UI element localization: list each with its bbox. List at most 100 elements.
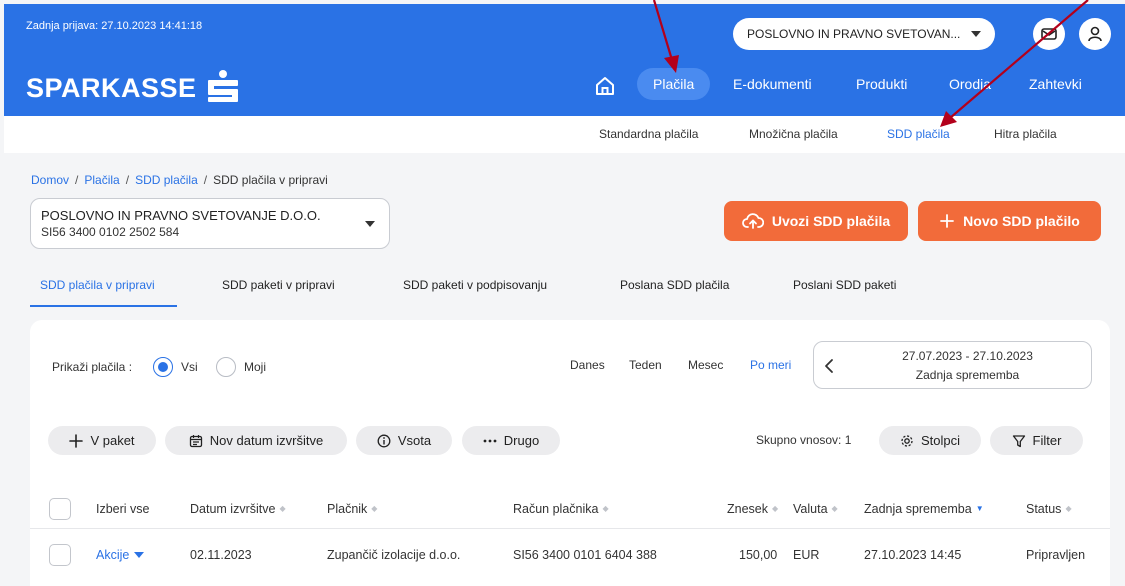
breadcrumb-placila[interactable]: Plačila <box>84 173 119 187</box>
tab-sdd-placila-v-pripravi[interactable]: SDD plačila v pripravi <box>40 278 155 292</box>
date-range-field: Zadnja sprememba <box>915 368 1020 382</box>
row-checkbox[interactable] <box>49 544 71 566</box>
last-login-text: Zadnja prijava: 27.10.2023 14:41:18 <box>26 20 203 32</box>
import-sdd-label: Uvozi SDD plačila <box>771 213 891 229</box>
mail-icon <box>1041 28 1057 40</box>
tab-poslana-sdd-placila[interactable]: Poslana SDD plačila <box>620 278 729 292</box>
info-icon <box>377 434 391 447</box>
header-currency-label: Valuta <box>793 502 828 516</box>
header-status[interactable]: Status ◆ <box>1026 502 1072 516</box>
tab-sdd-paketi-v-pripravi[interactable]: SDD paketi v pripravi <box>222 278 335 292</box>
sort-icon: ◆ <box>1065 504 1072 513</box>
show-payments-label: Prikaži plačila : <box>52 360 133 374</box>
header-last-modified[interactable]: Zadnja sprememba ▼ <box>864 502 984 516</box>
table-divider <box>30 528 1110 529</box>
row-actions-dropdown[interactable]: Akcije <box>96 548 145 562</box>
radio-all[interactable] <box>153 357 173 377</box>
account-select[interactable]: POSLOVNO IN PRAVNO SVETOVANJE D.O.O. SI5… <box>30 198 390 249</box>
sparkasse-s-mark-icon <box>208 70 238 102</box>
sort-icon: ◆ <box>831 504 838 513</box>
period-custom[interactable]: Po meri <box>750 358 791 372</box>
filter-label: Filter <box>1032 433 1062 448</box>
header-status-label: Status <box>1026 502 1062 516</box>
other-label: Drugo <box>503 433 540 448</box>
home-icon[interactable] <box>594 76 616 96</box>
user-icon <box>1088 26 1102 42</box>
header-amount-label: Znesek <box>727 502 768 516</box>
calendar-icon <box>189 434 202 447</box>
columns-label: Stolpci <box>920 433 961 448</box>
sum-label: Vsota <box>397 433 432 448</box>
header-amount[interactable]: Znesek ◆ <box>727 502 778 516</box>
header-select-all[interactable]: Izberi vse <box>96 502 150 516</box>
date-range-picker[interactable]: 27.07.2023 - 27.10.2023 Zadnja sprememba <box>813 341 1092 389</box>
header-payer-account-label: Račun plačnika <box>513 502 599 516</box>
nav-produkti[interactable]: Produkti <box>856 68 907 100</box>
sum-button[interactable]: Vsota <box>356 426 452 455</box>
new-sdd-label: Novo SDD plačilo <box>963 213 1080 229</box>
header-payer[interactable]: Plačnik ◆ <box>327 502 377 516</box>
subnav-standardna-placila[interactable]: Standardna plačila <box>599 127 698 141</box>
sort-desc-icon: ▼ <box>975 504 984 513</box>
add-to-package-label: V paket <box>90 433 135 448</box>
subnav-sdd-placila[interactable]: SDD plačila <box>887 127 950 141</box>
active-tab-indicator <box>30 305 177 307</box>
other-button[interactable]: Drugo <box>462 426 560 455</box>
radio-mine[interactable] <box>216 357 236 377</box>
subnav-hitra-placila[interactable]: Hitra plačila <box>994 127 1057 141</box>
account-name: POSLOVNO IN PRAVNO SVETOVANJE D.O.O. <box>41 208 321 223</box>
period-week[interactable]: Teden <box>629 358 662 372</box>
sort-icon: ◆ <box>371 504 378 513</box>
radio-all-label[interactable]: Vsi <box>181 360 198 374</box>
cell-execution-date: 02.11.2023 <box>190 548 252 562</box>
cell-status: Pripravljen <box>1026 548 1086 562</box>
plus-icon <box>69 433 84 448</box>
nav-e-dokumenti[interactable]: E-dokumenti <box>733 68 812 100</box>
nav-zahtevki[interactable]: Zahtevki <box>1029 68 1082 100</box>
sort-icon: ◆ <box>602 504 609 513</box>
filter-button[interactable]: Filter <box>990 426 1083 455</box>
nav-placila[interactable]: Plačila <box>637 68 711 100</box>
new-execution-date-button[interactable]: Nov datum izvršitve <box>165 426 347 455</box>
caret-down-icon <box>971 31 981 37</box>
account-iban: SI56 3400 0102 2502 584 <box>41 225 180 239</box>
import-sdd-button[interactable]: Uvozi SDD plačila <box>724 201 908 241</box>
select-all-checkbox[interactable] <box>49 498 71 520</box>
user-profile-button[interactable] <box>1079 18 1111 50</box>
messages-button[interactable] <box>1033 18 1065 50</box>
breadcrumb-sdd-placila[interactable]: SDD plačila <box>135 173 198 187</box>
account-switcher[interactable]: POSLOVNO IN PRAVNO SVETOVAN... <box>733 18 995 50</box>
subnav-mnozicna-placila[interactable]: Množična plačila <box>749 127 838 141</box>
radio-mine-label[interactable]: Moji <box>244 360 266 374</box>
sparkasse-logo[interactable]: SPARKASSE <box>26 73 197 104</box>
nav-orodja[interactable]: Orodja <box>949 68 991 100</box>
breadcrumb-home[interactable]: Domov <box>31 173 69 187</box>
sub-navigation <box>4 116 1125 153</box>
columns-button[interactable]: Stolpci <box>879 426 981 455</box>
total-entries: Skupno vnosov: 1 <box>756 433 852 447</box>
tab-sdd-paketi-v-podpisovanju[interactable]: SDD paketi v podpisovanju <box>403 278 547 292</box>
period-month[interactable]: Mesec <box>688 358 723 372</box>
date-range-value: 27.07.2023 - 27.10.2023 <box>902 349 1033 363</box>
header-payer-account[interactable]: Račun plačnika ◆ <box>513 502 609 516</box>
period-today[interactable]: Danes <box>570 358 605 372</box>
header-payer-label: Plačnik <box>327 502 368 516</box>
account-switcher-label: POSLOVNO IN PRAVNO SVETOVAN... <box>747 27 961 41</box>
breadcrumb-current: SDD plačila v pripravi <box>213 173 328 187</box>
header-execution-date-label: Datum izvršitve <box>190 502 276 516</box>
breadcrumb-separator: / <box>75 173 79 187</box>
add-to-package-button[interactable]: V paket <box>48 426 156 455</box>
breadcrumb-separator: / <box>125 173 130 187</box>
tab-poslani-sdd-paketi[interactable]: Poslani SDD paketi <box>793 278 896 292</box>
breadcrumb: Domov / Plačila / SDD plačila / SDD plač… <box>31 173 328 187</box>
cloud-upload-icon <box>741 213 764 229</box>
cell-payer-account: SI56 3400 0101 6404 388 <box>513 548 657 562</box>
new-execution-date-label: Nov datum izvršitve <box>209 433 324 448</box>
header-currency[interactable]: Valuta ◆ <box>793 502 838 516</box>
caret-down-icon <box>134 552 145 558</box>
sort-icon: ◆ <box>772 504 779 513</box>
cell-payer: Zupančič izolacije d.o.o. <box>327 548 461 562</box>
new-sdd-button[interactable]: Novo SDD plačilo <box>918 201 1101 241</box>
more-dots-icon <box>483 439 497 442</box>
header-execution-date[interactable]: Datum izvršitve ◆ <box>190 502 286 516</box>
